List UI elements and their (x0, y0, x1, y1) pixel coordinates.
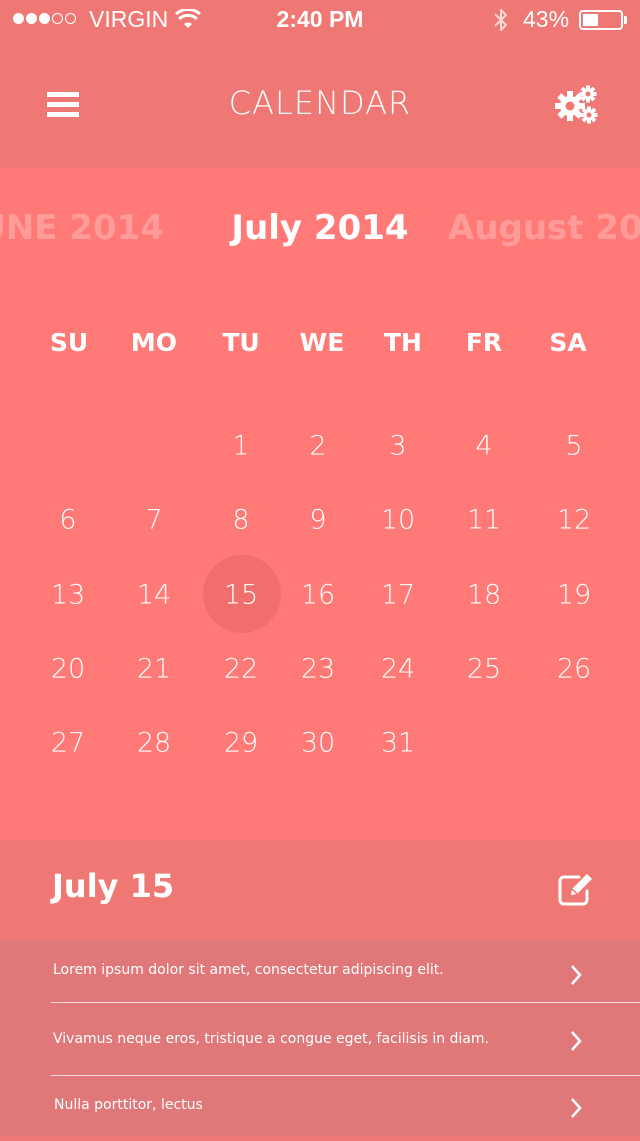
calendar-day[interactable]: 28 (137, 730, 171, 757)
weekday-mo: MO (130, 328, 178, 357)
calendar-day[interactable]: 7 (145, 507, 162, 534)
calendar-day[interactable]: 30 (301, 730, 335, 757)
calendar-day[interactable]: 6 (59, 507, 76, 534)
edit-pencil-icon[interactable] (557, 873, 595, 907)
event-text: Vivamus neque eros, tristique a congue e… (53, 1031, 489, 1047)
chevron-right-icon (571, 1098, 582, 1118)
battery-percent: 43% (523, 6, 570, 32)
calendar-day[interactable]: 22 (224, 656, 258, 683)
calendar-day[interactable]: 11 (467, 507, 501, 534)
calendar-day[interactable]: 10 (381, 507, 415, 534)
calendar-day[interactable]: 25 (467, 656, 501, 683)
selected-day-header: July 15 (0, 840, 640, 940)
calendar-day[interactable]: 27 (51, 730, 85, 757)
event-text: Lorem ipsum dolor sit amet, consectetur … (53, 962, 444, 978)
selected-day-title: July 15 (52, 867, 175, 905)
page-title: CALENDAR (228, 84, 412, 122)
gears-icon[interactable] (555, 85, 599, 125)
chevron-right-icon (571, 965, 582, 985)
weekday-we: WE (299, 328, 345, 357)
calendar-day[interactable]: 26 (557, 656, 591, 683)
event-list: Lorem ipsum dolor sit amet, consectetur … (0, 940, 640, 1136)
event-item[interactable]: Lorem ipsum dolor sit amet, consectetur … (51, 940, 640, 1006)
calendar-day[interactable]: 4 (475, 433, 492, 460)
calendar-day[interactable]: 20 (51, 656, 85, 683)
event-text: Nulla porttitor, lectus (54, 1097, 203, 1113)
calendar-day[interactable]: 1 (232, 433, 249, 460)
calendar-day[interactable]: 23 (301, 656, 335, 683)
calendar-day[interactable]: 13 (51, 582, 85, 609)
calendar-day[interactable]: 24 (381, 656, 415, 683)
calendar-day[interactable]: 2 (309, 433, 326, 460)
weekday-th: TH (384, 328, 422, 357)
calendar-day-selected[interactable]: 15 (224, 582, 258, 609)
calendar-day[interactable]: 16 (301, 582, 335, 609)
divider (51, 1002, 640, 1003)
calendar-day[interactable]: 8 (232, 507, 249, 534)
next-month-label[interactable]: August 201 (448, 208, 640, 248)
weekday-tu: TU (222, 328, 260, 357)
calendar-day[interactable]: 19 (557, 582, 591, 609)
calendar-day[interactable]: 12 (557, 507, 591, 534)
nav-bar: CALENDAR (0, 40, 640, 168)
weekday-su: SU (49, 328, 89, 357)
event-item[interactable]: Nulla porttitor, lectus (51, 1075, 640, 1141)
weekday-sa: SA (549, 328, 587, 357)
battery-icon (579, 10, 627, 30)
calendar-day[interactable]: 5 (565, 433, 582, 460)
calendar-day[interactable]: 21 (137, 656, 171, 683)
event-item[interactable]: Vivamus neque eros, tristique a congue e… (51, 1008, 640, 1074)
calendar-day[interactable]: 14 (137, 582, 171, 609)
chevron-right-icon (571, 1031, 582, 1051)
calendar-day[interactable]: 29 (224, 730, 258, 757)
weekday-fr: FR (465, 328, 503, 357)
calendar-day[interactable]: 17 (381, 582, 415, 609)
calendar: UNE 2014 July 2014 August 201 SUMOTUWETH… (0, 168, 640, 840)
bluetooth-icon (494, 9, 507, 31)
status-bar: VIRGIN 2:40 PM 43% (0, 0, 640, 40)
calendar-day[interactable]: 3 (389, 433, 406, 460)
calendar-day[interactable]: 31 (381, 730, 415, 757)
calendar-day[interactable]: 18 (467, 582, 501, 609)
calendar-day[interactable]: 9 (309, 507, 326, 534)
